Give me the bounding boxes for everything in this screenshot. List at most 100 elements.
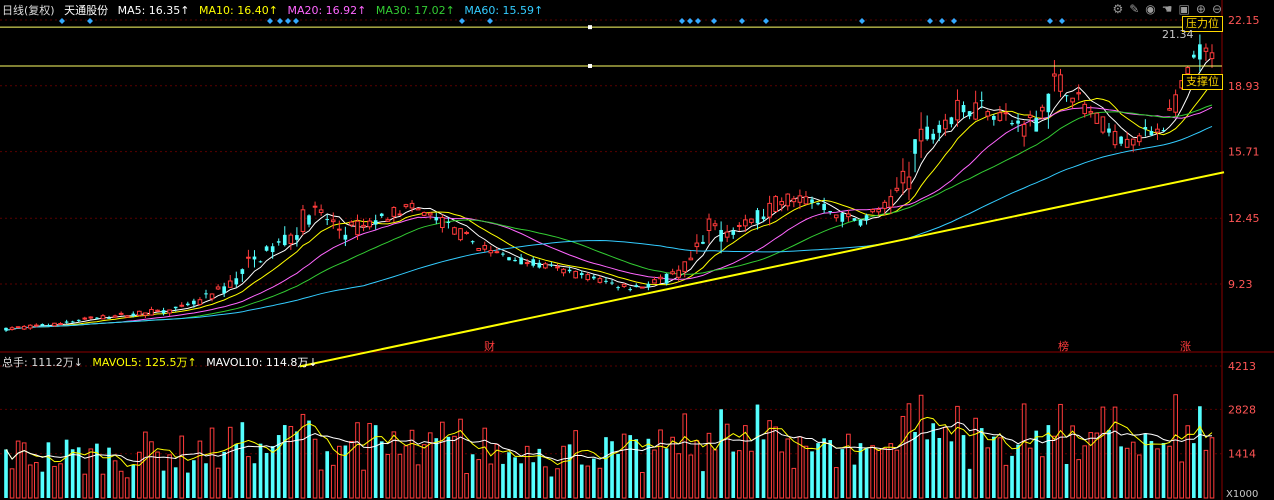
- volume-bar-down: [295, 431, 299, 498]
- candle-body-down: [719, 229, 723, 242]
- volume-bar-up: [1173, 394, 1178, 499]
- volume-bar-down: [828, 440, 833, 498]
- volume-bar-up: [318, 469, 324, 499]
- event-diamond-icon: [459, 18, 465, 24]
- volume-bar-down: [204, 463, 208, 498]
- volume-bar-up: [1082, 445, 1088, 499]
- volume-bar-up: [652, 449, 657, 499]
- volume-bar-up: [227, 426, 233, 499]
- candle-body-up: [476, 247, 482, 251]
- candle-body-down: [373, 220, 378, 225]
- volume-bar-up: [215, 467, 221, 499]
- volume-bar-down: [470, 454, 475, 498]
- volume-bar-down: [434, 438, 439, 498]
- volume-bar-down: [949, 441, 954, 498]
- candle-body-down: [107, 317, 111, 319]
- candle-body-up: [597, 278, 603, 283]
- volume-bar-up: [894, 449, 900, 499]
- candle-body-down: [604, 280, 608, 282]
- volume-bar-up: [888, 443, 894, 499]
- event-diamond-icon: [939, 18, 945, 24]
- candle-body-up: [155, 309, 160, 312]
- candle-body-up: [1100, 116, 1106, 133]
- volume-bar-up: [1130, 441, 1136, 499]
- candle-body-up: [88, 316, 94, 319]
- volume-bar-up: [640, 471, 645, 499]
- volume-bar-down: [755, 404, 760, 498]
- period-label[interactable]: 日线(复权): [2, 4, 55, 17]
- volume-bar-up: [143, 431, 148, 499]
- eye-icon[interactable]: ◉: [1145, 2, 1155, 16]
- candle-body-down: [1107, 128, 1111, 133]
- candle-body-up: [137, 310, 142, 316]
- event-diamond-icon: [277, 18, 283, 24]
- candle-body-up: [458, 228, 463, 241]
- volume-bar-up: [452, 435, 457, 499]
- volume-bar-down: [173, 467, 178, 498]
- volume-bar-up: [1070, 425, 1075, 499]
- volume-bar-up: [985, 447, 991, 499]
- candle-body-up: [1167, 107, 1172, 111]
- volume-bar-up: [1027, 447, 1033, 499]
- volume-bar-up: [464, 473, 469, 499]
- volume-bar-down: [913, 431, 917, 498]
- volume-bar-up: [415, 464, 421, 499]
- lock-icon[interactable]: ▣: [1179, 2, 1190, 16]
- candle-body-up: [1124, 138, 1130, 148]
- candle-body-up: [1112, 131, 1118, 146]
- volume-bar-up: [100, 473, 106, 499]
- candle-body-up: [58, 322, 63, 325]
- volume-bars: [4, 394, 1215, 499]
- event-diamond-icon: [87, 18, 93, 24]
- candle-body-down: [307, 215, 311, 225]
- volume-bar-up: [573, 430, 578, 499]
- volume-bar-up: [1179, 461, 1185, 499]
- candle-body-down: [731, 230, 736, 235]
- volume-bar-down: [264, 452, 269, 498]
- price-levels: [0, 25, 1222, 68]
- volume-bar-up: [33, 462, 39, 499]
- candle-body-up: [143, 312, 148, 316]
- candle-body-up: [955, 99, 960, 121]
- pen-icon[interactable]: ✎: [1129, 2, 1139, 16]
- candle-body-up: [736, 224, 742, 227]
- candle-body-down: [343, 234, 348, 240]
- candle-body-down: [240, 269, 245, 274]
- candle-body-down: [852, 218, 857, 221]
- candle-body-up: [149, 309, 154, 316]
- candle-body-down: [501, 253, 505, 255]
- candle-body-down: [1143, 127, 1148, 130]
- event-diamond-icon: [763, 18, 769, 24]
- volume-bar-up: [870, 445, 875, 499]
- volume-bar-down: [131, 464, 136, 498]
- volume-bar-up: [955, 405, 960, 499]
- candle-body-down: [567, 269, 572, 272]
- candle-body-down: [1149, 130, 1154, 136]
- volume-bar-up: [9, 468, 15, 499]
- volume-bar-down: [701, 471, 705, 498]
- volume-bar-up: [658, 429, 663, 499]
- volume-bar-up: [1167, 445, 1172, 499]
- candle-body-up: [712, 223, 718, 227]
- zoom-out-icon[interactable]: ⊖: [1212, 2, 1222, 16]
- event-diamond-icon: [267, 18, 273, 24]
- event-diamond-icon: [487, 18, 493, 24]
- candle-body-up: [906, 176, 912, 190]
- volume-bar-up: [209, 427, 215, 499]
- candle-body-down: [610, 282, 614, 284]
- volume-bar-down: [810, 451, 814, 498]
- candle-body-down: [840, 213, 845, 222]
- ma20-line: [5, 106, 1213, 331]
- candle-body-down: [1192, 54, 1196, 58]
- volume-bar-up: [1185, 425, 1191, 499]
- volume-bar-up: [743, 425, 748, 499]
- candle-body-up: [833, 214, 839, 219]
- volume-bar-up: [676, 453, 682, 499]
- settings-icon[interactable]: ⚙: [1112, 2, 1123, 16]
- volume-bar-up: [440, 421, 445, 499]
- candle-body-up: [9, 327, 15, 330]
- price-tick-label: 15.71: [1228, 146, 1260, 159]
- candle-body-down: [761, 216, 766, 220]
- zoom-in-icon[interactable]: ⊕: [1196, 2, 1206, 16]
- hand-icon[interactable]: ☚: [1162, 2, 1173, 16]
